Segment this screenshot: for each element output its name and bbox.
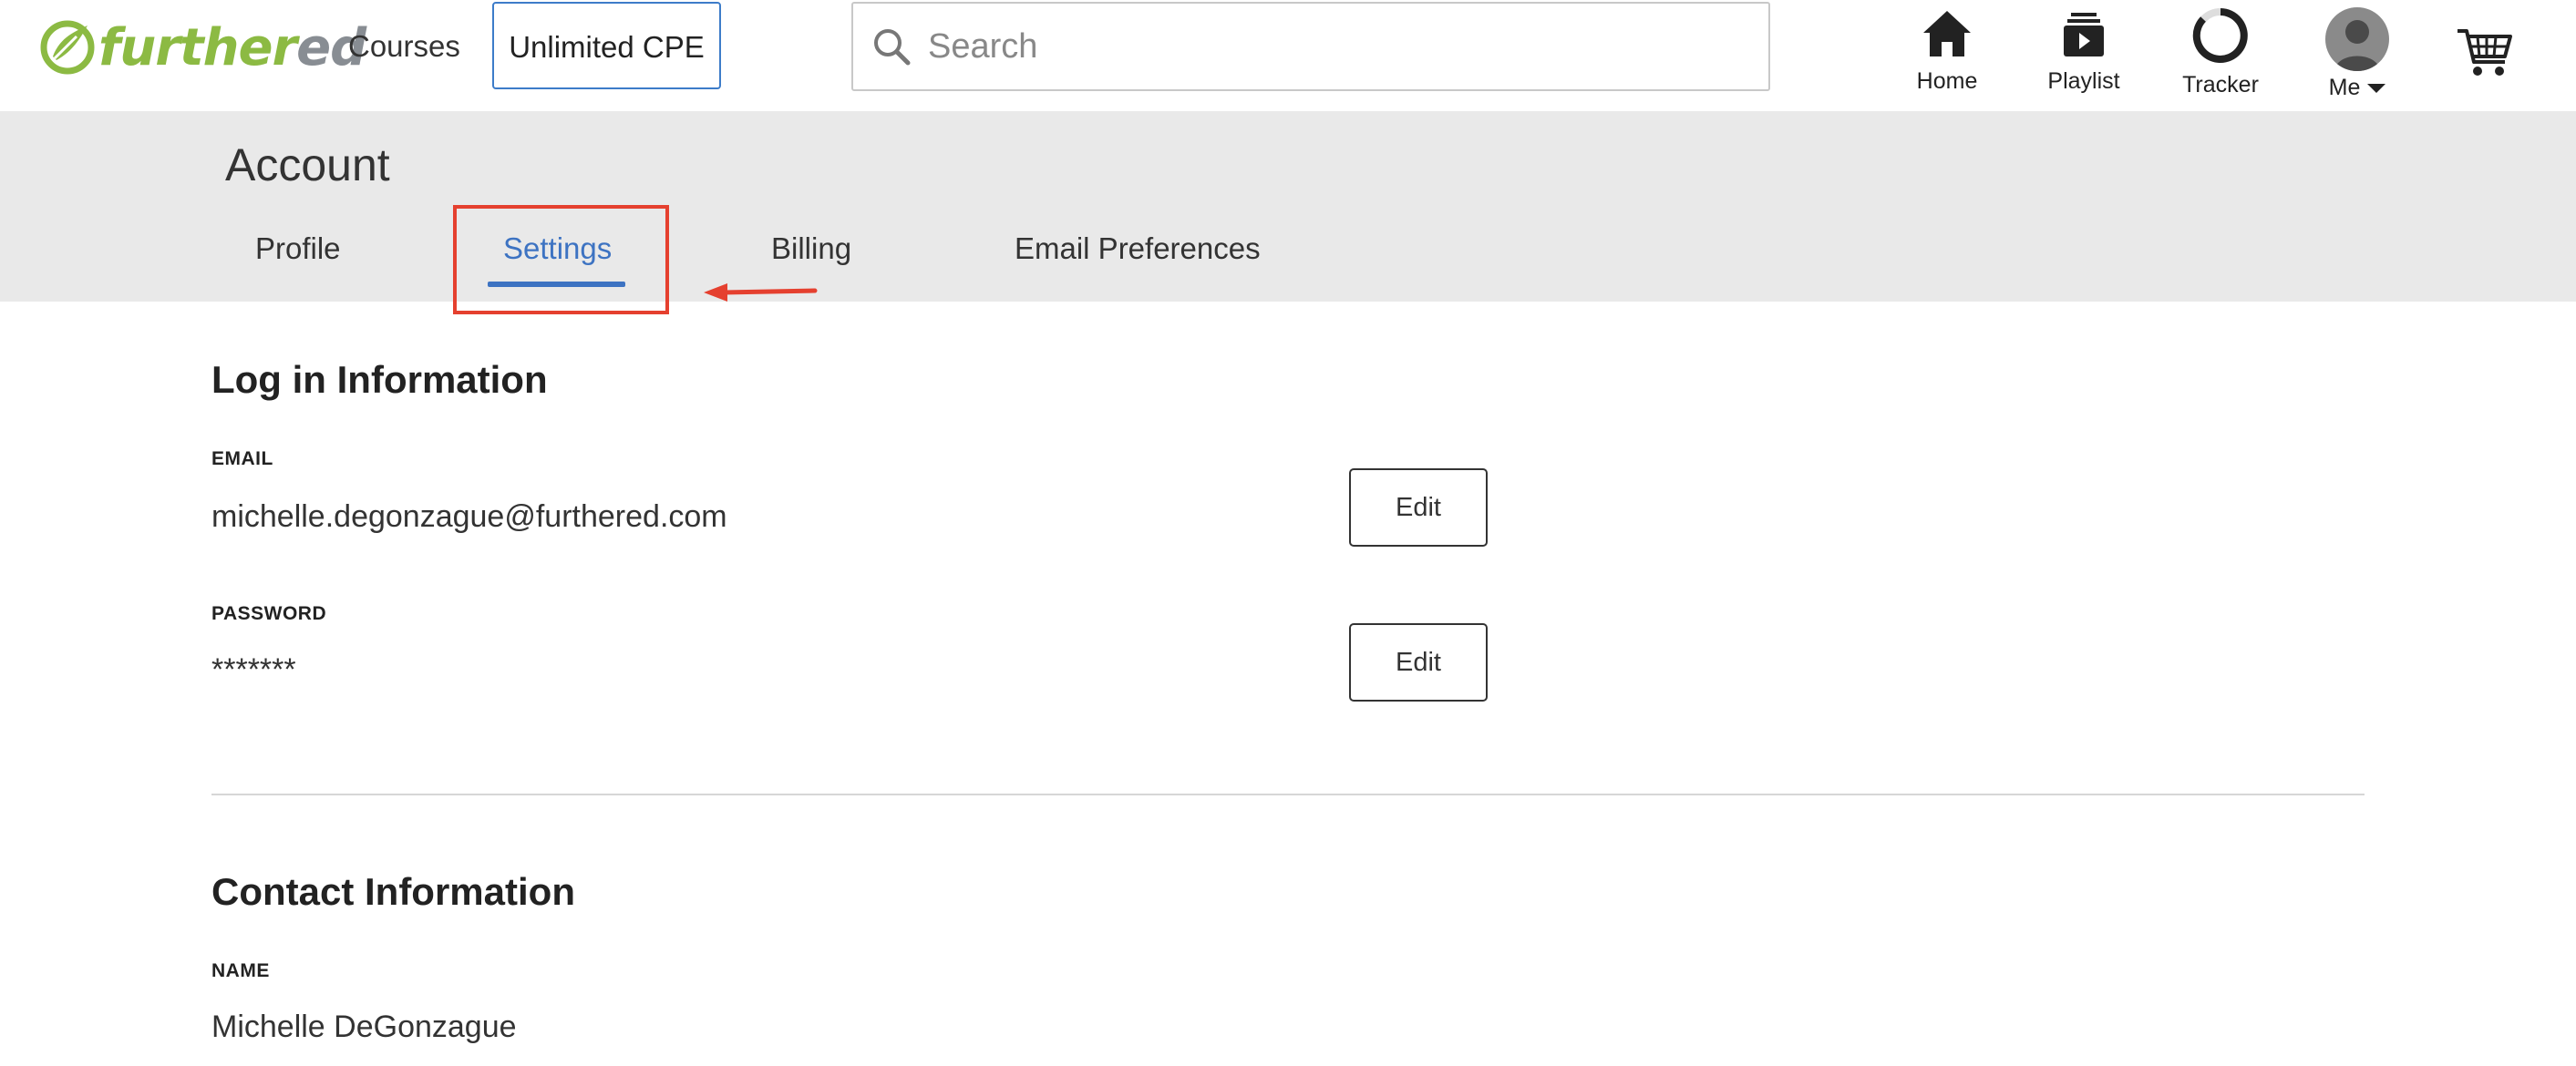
tab-profile[interactable]: Profile — [255, 231, 341, 266]
password-value: ******* — [211, 652, 296, 687]
playlist-label: Playlist — [2047, 68, 2120, 94]
tracker-label: Tracker — [2182, 72, 2259, 97]
contact-info-heading: Contact Information — [211, 870, 575, 913]
password-label: PASSWORD — [211, 603, 327, 624]
email-value: michelle.degonzague@furthered.com — [211, 499, 727, 534]
playlist-nav[interactable]: Playlist — [2025, 7, 2143, 95]
edit-password-button[interactable]: Edit — [1349, 623, 1488, 702]
playlist-icon — [2064, 13, 2104, 56]
edit-email-button[interactable]: Edit — [1349, 468, 1488, 547]
annotation-highlight-box — [453, 205, 669, 314]
tab-billing[interactable]: Billing — [771, 231, 851, 266]
top-navigation: furthered Courses Unlimited CPE Home Pla… — [0, 0, 2576, 111]
account-header: Account Profile Settings Billing Email P… — [0, 111, 2576, 302]
cart-button[interactable] — [2456, 24, 2514, 87]
email-label: EMAIL — [211, 448, 273, 469]
name-value: Michelle DeGonzague — [211, 1010, 517, 1044]
home-icon — [1923, 11, 1971, 56]
search-icon — [874, 29, 911, 66]
annotation-arrow-icon — [704, 283, 818, 302]
search-input[interactable] — [926, 26, 1732, 67]
search-bar[interactable] — [851, 2, 1770, 91]
page-title: Account — [225, 139, 390, 190]
avatar — [2325, 7, 2389, 71]
me-menu[interactable]: Me — [2298, 7, 2416, 101]
cart-icon — [2458, 29, 2512, 76]
user-silhouette-icon — [2334, 20, 2380, 71]
home-nav[interactable]: Home — [1888, 7, 2006, 95]
home-label: Home — [1916, 68, 1978, 94]
furthered-logo[interactable]: furthered — [40, 18, 366, 77]
name-label: NAME — [211, 960, 270, 981]
courses-link[interactable]: Courses — [330, 20, 479, 73]
me-label: Me — [2298, 75, 2416, 101]
login-info-heading: Log in Information — [211, 358, 548, 401]
tracker-nav[interactable]: Tracker — [2161, 7, 2280, 98]
tracker-icon — [2192, 8, 2248, 63]
section-divider — [211, 794, 2365, 795]
unlimited-cpe-link[interactable]: Unlimited CPE — [492, 2, 721, 89]
logo-wordmark: furthered — [98, 17, 366, 77]
chevron-down-icon — [2367, 84, 2386, 94]
leaf-logo-icon — [40, 20, 95, 75]
tab-email-preferences[interactable]: Email Preferences — [1015, 231, 1261, 266]
